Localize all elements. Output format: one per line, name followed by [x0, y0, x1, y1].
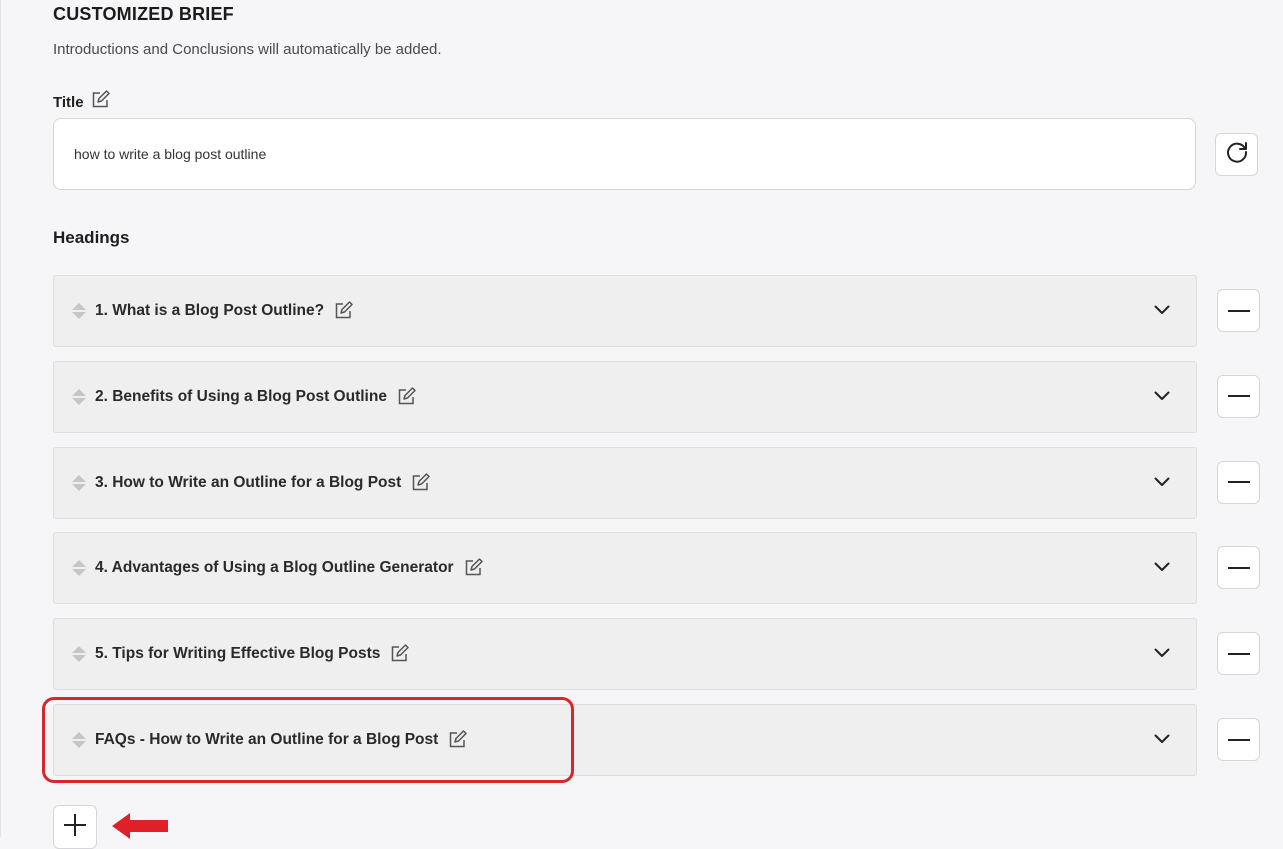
remove-heading-button[interactable]: [1217, 374, 1260, 418]
remove-heading-button[interactable]: [1217, 632, 1260, 676]
heading-label: 4. Advantages of Using a Blog Outline Ge…: [95, 559, 454, 577]
remove-heading-button[interactable]: [1217, 718, 1260, 761]
edit-icon[interactable]: [410, 472, 431, 493]
remove-heading-button[interactable]: [1217, 289, 1260, 332]
chevron-down-icon[interactable]: [1154, 388, 1170, 406]
drag-handle-icon[interactable]: [72, 388, 86, 405]
heading-label: 5. Tips for Writing Effective Blog Posts: [95, 645, 381, 663]
minus-icon: [1227, 652, 1250, 655]
heading-row[interactable]: 4. Advantages of Using a Blog Outline Ge…: [53, 532, 1197, 605]
edit-icon[interactable]: [463, 558, 483, 578]
heading-label: 2. Benefits of Using a Blog Post Outline: [95, 387, 387, 405]
minus-icon: [1227, 481, 1250, 484]
drag-handle-icon[interactable]: [72, 474, 86, 491]
remove-heading-button[interactable]: [1217, 460, 1260, 504]
heading-row[interactable]: 2. Benefits of Using a Blog Post Outline: [53, 360, 1197, 433]
chevron-down-icon[interactable]: [1154, 302, 1170, 320]
minus-icon: [1227, 738, 1250, 741]
heading-label: 1. What is a Blog Post Outline?: [95, 302, 325, 319]
arrow-left-icon: [110, 810, 170, 847]
drag-handle-icon[interactable]: [72, 646, 86, 663]
plus-icon: [62, 812, 88, 843]
heading-row[interactable]: 5. Tips for Writing Effective Blog Posts: [53, 618, 1197, 691]
title-label: Title: [53, 93, 84, 111]
title-label-group: Title: [53, 90, 110, 114]
chevron-down-icon[interactable]: [1154, 731, 1170, 749]
heading-label: 3. How to Write an Outline for a Blog Po…: [95, 473, 402, 491]
minus-icon: [1227, 395, 1250, 398]
edit-icon[interactable]: [90, 90, 110, 114]
regenerate-title-button[interactable]: [1215, 133, 1258, 176]
chevron-down-icon[interactable]: [1154, 645, 1170, 663]
drag-handle-icon[interactable]: [72, 303, 86, 319]
edit-icon[interactable]: [396, 387, 416, 407]
annotation-highlight-box: [42, 697, 574, 783]
heading-row[interactable]: 1. What is a Blog Post Outline?: [53, 275, 1197, 347]
add-heading-button[interactable]: [53, 805, 97, 849]
minus-icon: [1227, 566, 1250, 569]
heading-row[interactable]: 3. How to Write an Outline for a Blog Po…: [53, 446, 1197, 519]
page-title: CUSTOMIZED BRIEF: [53, 4, 234, 24]
headings-section-label: Headings: [53, 228, 130, 247]
minus-icon: [1227, 309, 1250, 312]
edit-icon[interactable]: [389, 644, 410, 664]
edit-icon[interactable]: [333, 301, 353, 321]
left-divider: [0, 0, 1, 837]
remove-heading-button[interactable]: [1217, 546, 1260, 590]
page-subtitle: Introductions and Conclusions will autom…: [53, 41, 442, 58]
refresh-icon: [1224, 139, 1250, 170]
chevron-down-icon[interactable]: [1154, 474, 1170, 492]
chevron-down-icon[interactable]: [1154, 559, 1170, 577]
drag-handle-icon[interactable]: [72, 560, 86, 577]
title-input[interactable]: [53, 118, 1196, 190]
